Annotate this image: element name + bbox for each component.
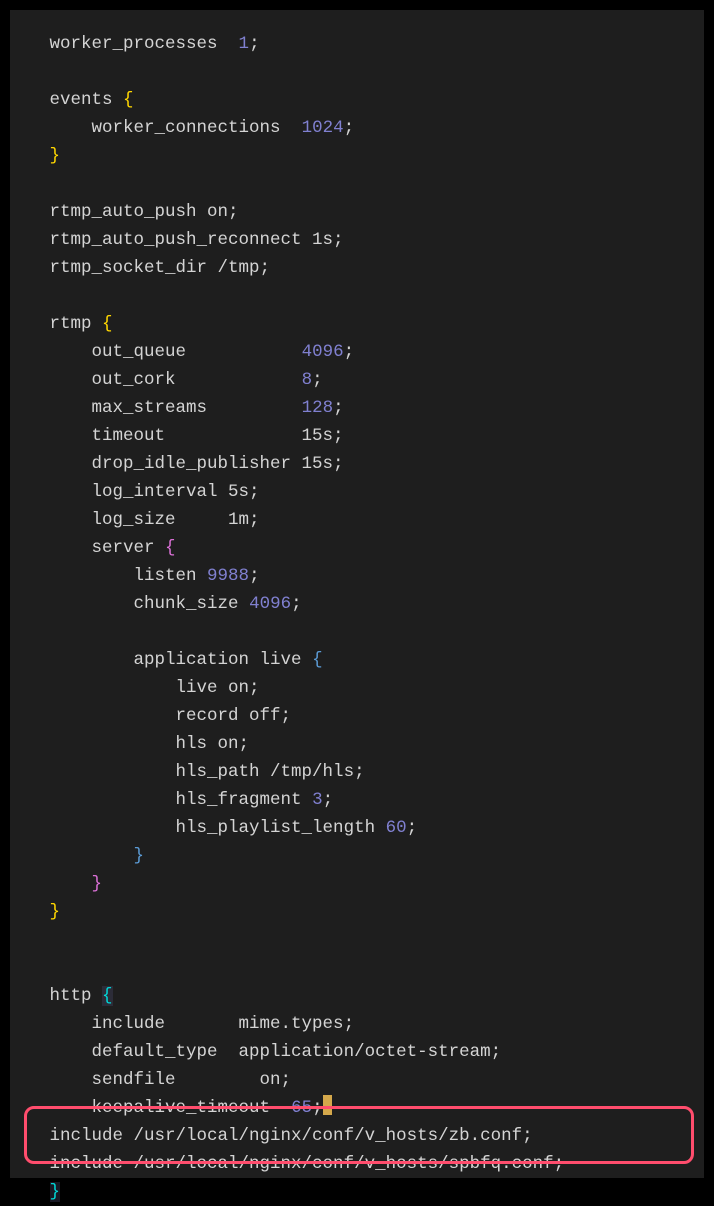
code-line: } [18, 846, 144, 866]
code-line: http { [18, 986, 113, 1006]
code-line: hls on; [18, 734, 249, 754]
code-line: rtmp { [18, 314, 113, 334]
code-line: application live { [18, 650, 323, 670]
code-line: hls_fragment 3; [18, 790, 333, 810]
code-line: max_streams 128; [18, 398, 344, 418]
code-line: include /usr/local/nginx/conf/v_hosts/sp… [18, 1154, 564, 1174]
matching-brace-icon: } [50, 1182, 61, 1202]
code-line: events { [18, 90, 134, 110]
code-line: out_cork 8; [18, 370, 323, 390]
code-line: } [18, 902, 60, 922]
code-line: listen 9988; [18, 566, 260, 586]
code-line: } [18, 1182, 60, 1202]
code-line: } [18, 146, 60, 166]
code-line: server { [18, 538, 176, 558]
matching-brace-icon: { [102, 986, 113, 1006]
code-content: worker_processes 1; events { worker_conn… [18, 30, 696, 1206]
code-line: rtmp_auto_push_reconnect 1s; [18, 230, 344, 250]
code-editor[interactable]: worker_processes 1; events { worker_conn… [10, 10, 704, 1178]
code-line: } [18, 874, 102, 894]
code-line: keepalive_timeout 65; [18, 1098, 332, 1118]
code-line: worker_processes 1; [18, 34, 260, 54]
code-line: sendfile on; [18, 1070, 291, 1090]
code-line: hls_path /tmp/hls; [18, 762, 365, 782]
code-line: out_queue 4096; [18, 342, 354, 362]
code-line: hls_playlist_length 60; [18, 818, 417, 838]
code-line: rtmp_socket_dir /tmp; [18, 258, 270, 278]
code-line: log_size 1m; [18, 510, 260, 530]
code-line: log_interval 5s; [18, 482, 260, 502]
code-line: default_type application/octet-stream; [18, 1042, 501, 1062]
text-cursor-icon [323, 1095, 332, 1115]
code-line: live on; [18, 678, 260, 698]
code-line: rtmp_auto_push on; [18, 202, 239, 222]
code-line: include mime.types; [18, 1014, 354, 1034]
code-line: worker_connections 1024; [18, 118, 354, 138]
code-line: drop_idle_publisher 15s; [18, 454, 344, 474]
code-line: chunk_size 4096; [18, 594, 302, 614]
code-line: timeout 15s; [18, 426, 344, 446]
code-line: include /usr/local/nginx/conf/v_hosts/zb… [18, 1126, 533, 1146]
code-line: record off; [18, 706, 291, 726]
